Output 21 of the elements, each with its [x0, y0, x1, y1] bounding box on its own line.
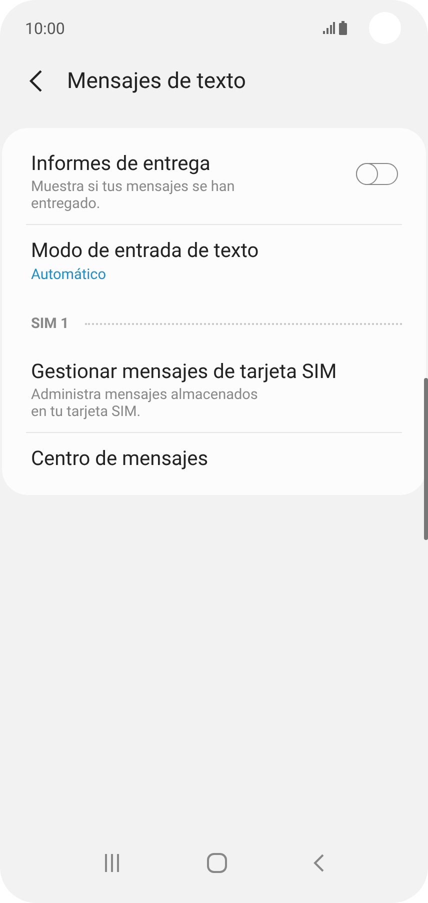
status-time: 10:00	[25, 18, 66, 38]
setting-description: Administra mensajes almacenados en tu tarjeta SIM.	[31, 386, 259, 420]
settings-item[interactable]: Modo de entrada de texto Automático	[2, 225, 426, 297]
setting-value: Automático	[31, 265, 107, 285]
settings-item[interactable]: Informes de entrega Muestra si tus mensajes se han entregado.	[2, 138, 426, 224]
toggle-switch[interactable]	[356, 163, 398, 185]
settings-item[interactable]: Centro de mensajes	[2, 433, 426, 483]
signal-icon	[323, 22, 335, 34]
setting-title: Gestionar mensajes de tarjeta SIM	[31, 358, 338, 384]
settings-item[interactable]: Gestionar mensajes de tarjeta SIM Administra mensajes almacenados en tu tarjeta SIM.	[2, 346, 426, 432]
battery-icon	[339, 21, 347, 35]
page-title: Mensajes de texto	[67, 68, 246, 94]
back-nav-button[interactable]	[313, 854, 325, 872]
home-button[interactable]	[207, 853, 227, 873]
section-header: SIM 1	[31, 315, 69, 332]
setting-title: Centro de mensajes	[31, 445, 210, 471]
back-button[interactable]	[28, 69, 44, 93]
setting-title: Modo de entrada de texto	[31, 237, 260, 263]
setting-title: Informes de entrega	[31, 150, 212, 176]
setting-description: Muestra si tus mensajes se han entregado.	[31, 178, 236, 212]
recent-apps-button[interactable]	[103, 854, 121, 872]
